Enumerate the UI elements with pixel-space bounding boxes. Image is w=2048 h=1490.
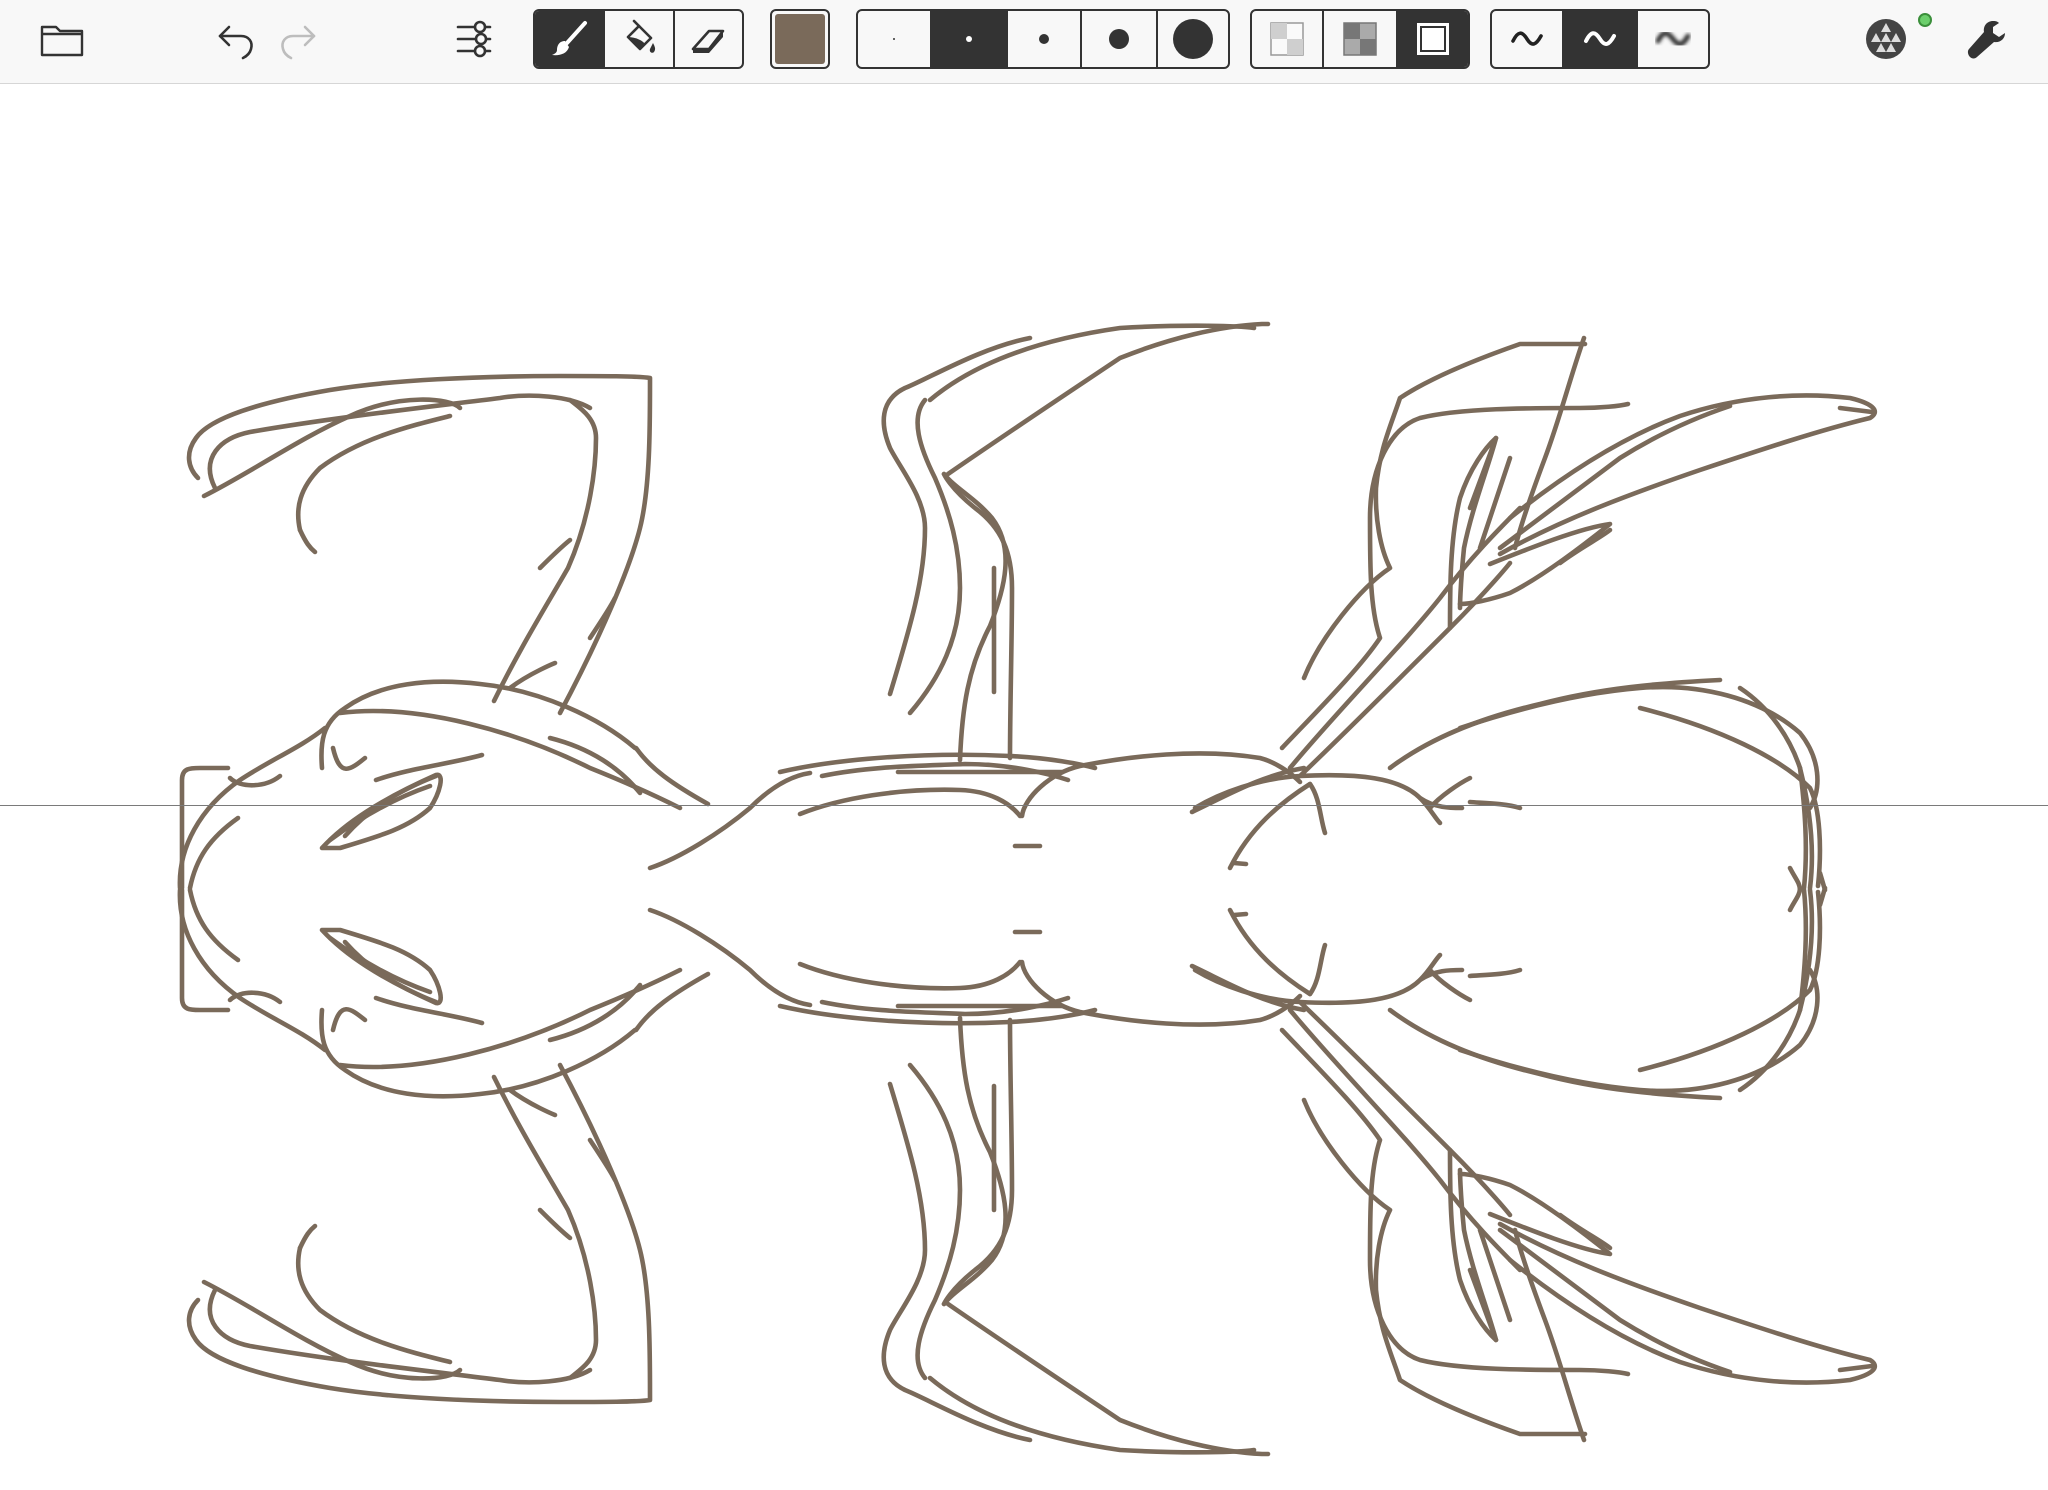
opacity-full-icon (1417, 23, 1449, 55)
paint-bucket-icon (626, 19, 656, 53)
opacity-full-button[interactable] (1398, 11, 1468, 67)
stroke-style-group (1490, 9, 1710, 69)
brush-size-2-button[interactable] (932, 11, 1008, 67)
tool-group (533, 9, 744, 69)
sketch-mirrored-half (180, 888, 1875, 1454)
opacity-low-button[interactable] (1252, 11, 1324, 67)
fill-tool-button[interactable] (605, 11, 675, 67)
sliders-icon (456, 20, 492, 58)
file-button[interactable] (32, 9, 92, 69)
brush-size-group (856, 9, 1230, 69)
eraser-tool-button[interactable] (675, 11, 742, 67)
drawing-canvas[interactable] (0, 84, 2048, 1490)
current-color-swatch (775, 14, 825, 64)
symmetry-status-indicator (1918, 13, 1932, 27)
symmetry-axis-line (0, 805, 2048, 806)
brush-size-3-button[interactable] (1008, 11, 1082, 67)
settings-button[interactable] (444, 9, 504, 69)
undo-icon (218, 25, 253, 60)
opacity-low-icon (1270, 22, 1304, 56)
size-dot-icon (1109, 29, 1129, 49)
brush-size-5-button[interactable] (1158, 11, 1228, 67)
redo-button[interactable] (267, 9, 327, 69)
stroke-thin-button[interactable] (1492, 11, 1564, 67)
mirrored-sketch (0, 84, 2048, 1490)
stroke-blur-icon (1655, 30, 1691, 47)
brush-icon (552, 21, 587, 56)
tools-menu-button[interactable] (1957, 9, 2017, 69)
size-dot-icon (1173, 19, 1213, 59)
folder-icon (40, 25, 84, 57)
brush-size-4-button[interactable] (1082, 11, 1158, 67)
opacity-medium-button[interactable] (1324, 11, 1398, 67)
toolbar (0, 0, 2048, 84)
opacity-group (1250, 9, 1470, 69)
brush-tool-button[interactable] (535, 11, 605, 67)
wrench-icon (1967, 21, 2005, 59)
sketch-strokes (180, 324, 1875, 1454)
redo-icon (281, 25, 316, 60)
size-dot-icon (1039, 34, 1049, 44)
color-picker-button[interactable] (770, 9, 830, 69)
stroke-thin-icon (1511, 31, 1543, 46)
size-dot-icon (893, 38, 895, 40)
symmetry-icon (1866, 19, 1906, 59)
symmetry-button[interactable] (1856, 9, 1916, 69)
size-dot-icon (966, 36, 972, 42)
opacity-medium-icon (1343, 22, 1377, 56)
stroke-blur-button[interactable] (1638, 11, 1708, 67)
stroke-smooth-button[interactable] (1564, 11, 1638, 67)
stroke-smooth-icon (1584, 31, 1616, 46)
brush-size-1-button[interactable] (858, 11, 932, 67)
undo-button[interactable] (207, 9, 267, 69)
eraser-icon (691, 29, 724, 53)
